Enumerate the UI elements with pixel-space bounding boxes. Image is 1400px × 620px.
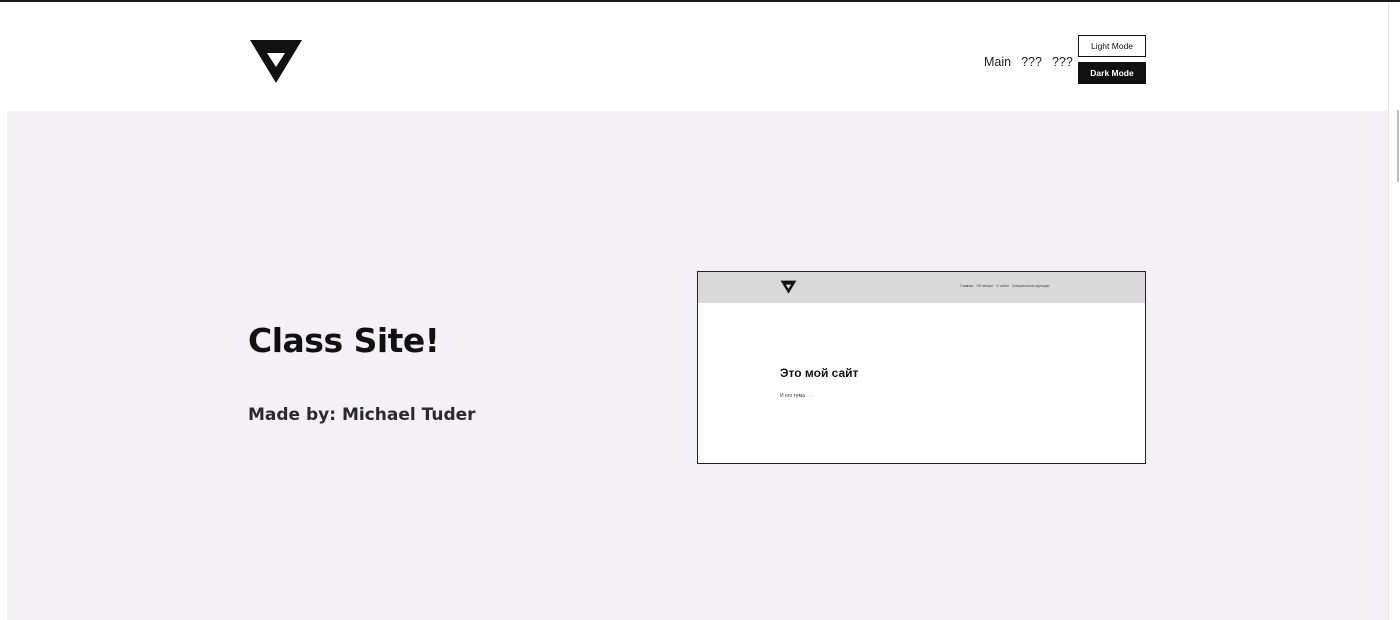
preview-nav-item: Специальные функции <box>1012 284 1050 288</box>
nav-link-2[interactable]: ??? <box>1021 53 1042 71</box>
dark-mode-button[interactable]: Dark Mode <box>1078 62 1146 84</box>
preview-title: Это мой сайт <box>780 366 859 380</box>
main-nav: Main ??? ??? <box>984 53 1073 71</box>
preview-logo-icon <box>780 280 797 294</box>
preview-nav-item: Об авторе <box>976 284 994 288</box>
preview-nav-item: О сайте <box>996 284 1010 288</box>
light-mode-button[interactable]: Light Mode <box>1078 35 1146 57</box>
preview-nav: Главная Об авторе О сайте Специальные фу… <box>960 284 1050 288</box>
preview-header: Главная Об авторе О сайте Специальные фу… <box>698 272 1145 303</box>
site-preview-image: Главная Об авторе О сайте Специальные фу… <box>697 271 1146 464</box>
inverted-triangle-logo-icon[interactable] <box>248 36 304 86</box>
theme-toggle-group: Light Mode Dark Mode <box>1078 35 1146 84</box>
scrollbar-thumb[interactable] <box>1397 110 1399 182</box>
nav-link-3[interactable]: ??? <box>1052 53 1073 71</box>
preview-text: И его тема . . . <box>780 393 814 399</box>
preview-nav-item: Главная <box>960 284 974 288</box>
hero-section: Class Site! Made by: Michael Tuder Главн… <box>7 111 1388 620</box>
site-header: Main ??? ??? Light Mode Dark Mode <box>0 2 1388 111</box>
vertical-scrollbar[interactable] <box>1388 2 1400 620</box>
nav-link-main[interactable]: Main <box>984 53 1011 71</box>
hero-title: Class Site! <box>248 321 440 360</box>
hero-subtitle: Made by: Michael Tuder <box>248 405 476 425</box>
